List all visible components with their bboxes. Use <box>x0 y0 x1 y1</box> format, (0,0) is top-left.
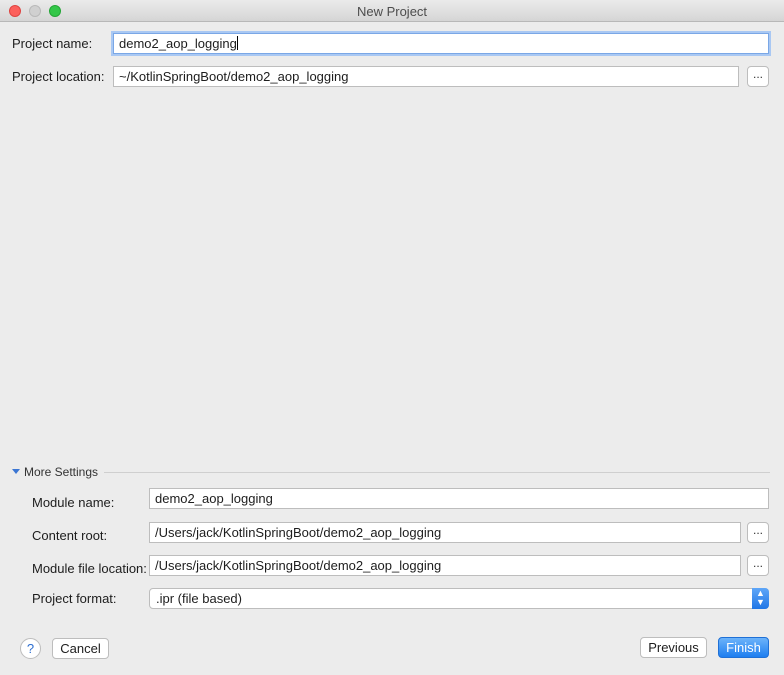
disclosure-triangle-icon <box>12 469 20 474</box>
module-file-location-label: Module file location: <box>32 561 147 576</box>
project-name-value: demo2_aop_logging <box>119 36 237 51</box>
project-format-value: .ipr (file based) <box>156 591 242 606</box>
section-divider <box>104 472 770 473</box>
help-button[interactable]: ? <box>20 638 41 659</box>
updown-chevron-icon: ▲ ▼ <box>752 588 769 609</box>
finish-button[interactable]: Finish <box>718 637 769 658</box>
module-file-location-input[interactable]: /Users/jack/KotlinSpringBoot/demo2_aop_l… <box>149 555 741 576</box>
project-location-label: Project location: <box>12 69 105 84</box>
window-title: New Project <box>356 4 428 19</box>
module-file-location-browse-button[interactable]: ... <box>747 555 769 576</box>
module-name-input[interactable]: demo2_aop_logging <box>149 488 769 509</box>
cancel-button[interactable]: Cancel <box>52 638 109 659</box>
project-format-select[interactable]: .ipr (file based) ▲ ▼ <box>149 588 769 609</box>
more-settings-label: More Settings <box>24 465 99 479</box>
project-location-input[interactable]: ~/KotlinSpringBoot/demo2_aop_logging <box>113 66 739 87</box>
content-root-input[interactable]: /Users/jack/KotlinSpringBoot/demo2_aop_l… <box>149 522 741 543</box>
content-root-label: Content root: <box>32 528 108 543</box>
text-caret <box>236 36 238 50</box>
content-root-browse-button[interactable]: ... <box>747 522 769 543</box>
title-bar: New Project <box>0 0 784 22</box>
project-name-label: Project name: <box>12 36 93 51</box>
module-name-label: Module name: <box>32 495 115 510</box>
previous-button[interactable]: Previous <box>640 637 707 658</box>
project-location-browse-button[interactable]: ... <box>747 66 769 87</box>
project-format-label: Project format: <box>32 591 117 606</box>
project-name-input[interactable]: demo2_aop_logging <box>113 33 769 54</box>
